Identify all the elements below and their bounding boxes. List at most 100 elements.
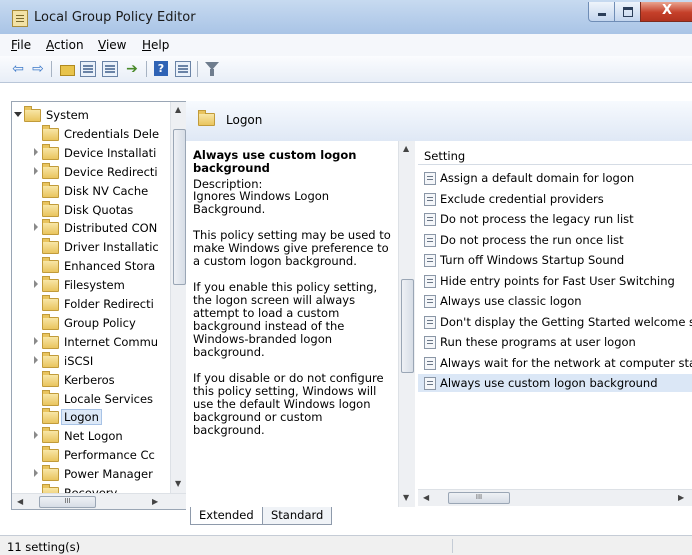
extended-view-icon[interactable] — [174, 60, 192, 78]
tree-item[interactable]: Disk NV Cache — [12, 181, 170, 200]
export-list-icon[interactable]: ➔ — [123, 60, 141, 78]
close-button[interactable]: X — [640, 2, 692, 22]
setting-row[interactable]: Do not process the legacy run list — [418, 210, 692, 228]
tab-extended[interactable]: Extended — [190, 507, 263, 525]
tree-item[interactable]: Credentials Dele — [12, 124, 170, 143]
setting-row[interactable]: Exclude credential providers — [418, 190, 692, 208]
tree-item[interactable]: Kerberos — [12, 370, 170, 389]
setting-row[interactable]: Turn off Windows Startup Sound — [418, 251, 692, 269]
folder-icon — [42, 351, 59, 368]
expand-arrow-icon[interactable] — [34, 280, 38, 289]
tree-horizontal-scrollbar[interactable]: ◀ III ▶ — [12, 493, 186, 509]
expand-arrow-icon[interactable] — [34, 355, 38, 364]
tree-hscroll-thumb[interactable]: III — [39, 496, 96, 508]
tree-item[interactable]: Device Installati — [12, 143, 170, 162]
collapse-arrow-icon[interactable] — [14, 112, 22, 117]
tree-item-label: Credentials Dele — [64, 126, 160, 141]
tree-item[interactable]: Internet Commu — [12, 332, 170, 351]
expand-arrow-icon[interactable] — [34, 469, 38, 478]
category-title: Logon — [226, 113, 263, 127]
setting-row[interactable]: Assign a default domain for logon — [418, 169, 692, 187]
description-scroll-thumb[interactable] — [401, 279, 414, 373]
expand-arrow-icon[interactable] — [34, 431, 38, 440]
folder-icon — [24, 106, 41, 122]
toolbar-separator — [51, 61, 52, 77]
tree-item[interactable]: Power Manager — [12, 465, 170, 483]
setting-row[interactable]: Always use classic logon — [418, 292, 692, 310]
title-bar[interactable]: Local Group Policy Editor X — [0, 0, 692, 34]
folder-icon — [42, 427, 59, 444]
scroll-right-arrow-icon[interactable]: ▶ — [152, 497, 158, 506]
tree-item[interactable]: Disk Quotas — [12, 200, 170, 219]
setting-label: Do not process the legacy run list — [440, 212, 634, 226]
tree-item-label: Enhanced Stora — [64, 259, 156, 274]
tree-item[interactable]: Driver Installatic — [12, 238, 170, 256]
tree-vertical-scrollbar[interactable]: ▲ ▼ — [170, 102, 186, 493]
tree-item-label: Kerberos — [64, 372, 115, 387]
tree-item[interactable]: Net Logon — [12, 427, 170, 445]
setting-row[interactable]: Always use custom logon background — [418, 374, 692, 392]
tree-item-label: System — [46, 108, 89, 122]
navigation-tree[interactable]: System Credentials Dele Device Installati D… — [11, 101, 187, 510]
menu-file[interactable]: File — [11, 38, 31, 52]
setting-row[interactable]: Hide entry points for Fast User Switchin… — [418, 272, 692, 290]
toolbar: ⇦ ⇨ ➔ ? — [0, 56, 692, 83]
up-folder-icon[interactable] — [57, 60, 75, 78]
filter-icon[interactable] — [203, 60, 221, 78]
scroll-left-arrow-icon[interactable]: ◀ — [423, 493, 429, 502]
tree-item[interactable]: iSCSI — [12, 351, 170, 370]
menu-action[interactable]: Action — [46, 38, 84, 52]
setting-label: Hide entry points for Fast User Switchin… — [440, 273, 675, 288]
help-icon[interactable]: ? — [152, 60, 170, 78]
setting-column-header[interactable]: Setting — [418, 144, 692, 165]
setting-row[interactable]: Do not process the run once list — [418, 231, 692, 249]
show-hide-tree-icon[interactable] — [79, 60, 97, 78]
tree-item[interactable]: Enhanced Stora — [12, 257, 170, 275]
tree-item[interactable]: Performance Cc — [12, 446, 170, 464]
scroll-right-arrow-icon[interactable]: ▶ — [678, 493, 684, 502]
tree-item[interactable]: Distributed CON — [12, 219, 170, 237]
setting-row[interactable]: Don't display the Getting Started welcom… — [418, 313, 692, 331]
description-scrollbar[interactable]: ▲ ▼ — [398, 141, 415, 507]
description-panel: Always use custom logon background Descr… — [186, 141, 398, 507]
expand-arrow-icon[interactable] — [34, 147, 38, 156]
forward-icon[interactable]: ⇨ — [29, 60, 47, 78]
menu-view[interactable]: View — [98, 38, 126, 52]
tree-scroll-thumb[interactable] — [173, 129, 186, 285]
scroll-down-arrow-icon[interactable]: ▼ — [403, 493, 409, 502]
setting-column-label: Setting — [424, 149, 466, 163]
tree-item-label: Driver Installatic — [64, 240, 159, 255]
tree-item[interactable]: Group Policy — [12, 313, 170, 332]
expand-arrow-icon[interactable] — [34, 166, 38, 175]
expand-arrow-icon[interactable] — [34, 336, 38, 345]
policy-setting-icon — [424, 315, 436, 329]
tree-item[interactable]: System — [12, 106, 170, 124]
tree-item[interactable]: Logon — [12, 408, 170, 426]
menu-help[interactable]: Help — [142, 38, 169, 52]
settings-horizontal-scrollbar[interactable]: ◀ III ▶ — [418, 489, 692, 506]
tree-item[interactable]: Device Redirecti — [12, 162, 170, 181]
properties-icon[interactable] — [101, 60, 119, 78]
tree-item[interactable]: Filesystem — [12, 276, 170, 294]
folder-icon — [42, 276, 59, 293]
setting-label: Turn off Windows Startup Sound — [440, 253, 625, 267]
scroll-down-arrow-icon[interactable]: ▼ — [175, 479, 181, 488]
scroll-left-arrow-icon[interactable]: ◀ — [17, 497, 23, 506]
back-icon[interactable]: ⇦ — [9, 60, 27, 78]
setting-label: Don't display the Getting Started welcom… — [440, 314, 692, 329]
minimize-button[interactable] — [588, 2, 616, 22]
policy-setting-icon — [424, 274, 436, 288]
setting-row[interactable]: Run these programs at user logon — [418, 333, 692, 351]
tree-item-label: Performance Cc — [64, 448, 155, 463]
setting-row[interactable]: Always wait for the network at computer … — [418, 354, 692, 372]
menu-bar: File Action View Help — [0, 34, 692, 57]
tree-item[interactable]: Locale Services — [12, 389, 170, 408]
status-text: 11 setting(s) — [7, 540, 81, 554]
tree-item[interactable]: Folder Redirecti — [12, 295, 170, 313]
settings-hscroll-thumb[interactable]: III — [448, 492, 510, 504]
expand-arrow-icon[interactable] — [34, 223, 38, 232]
tab-standard[interactable]: Standard — [262, 507, 333, 525]
maximize-button[interactable] — [614, 2, 642, 22]
scroll-up-arrow-icon[interactable]: ▲ — [403, 144, 409, 153]
scroll-up-arrow-icon[interactable]: ▲ — [175, 105, 181, 114]
